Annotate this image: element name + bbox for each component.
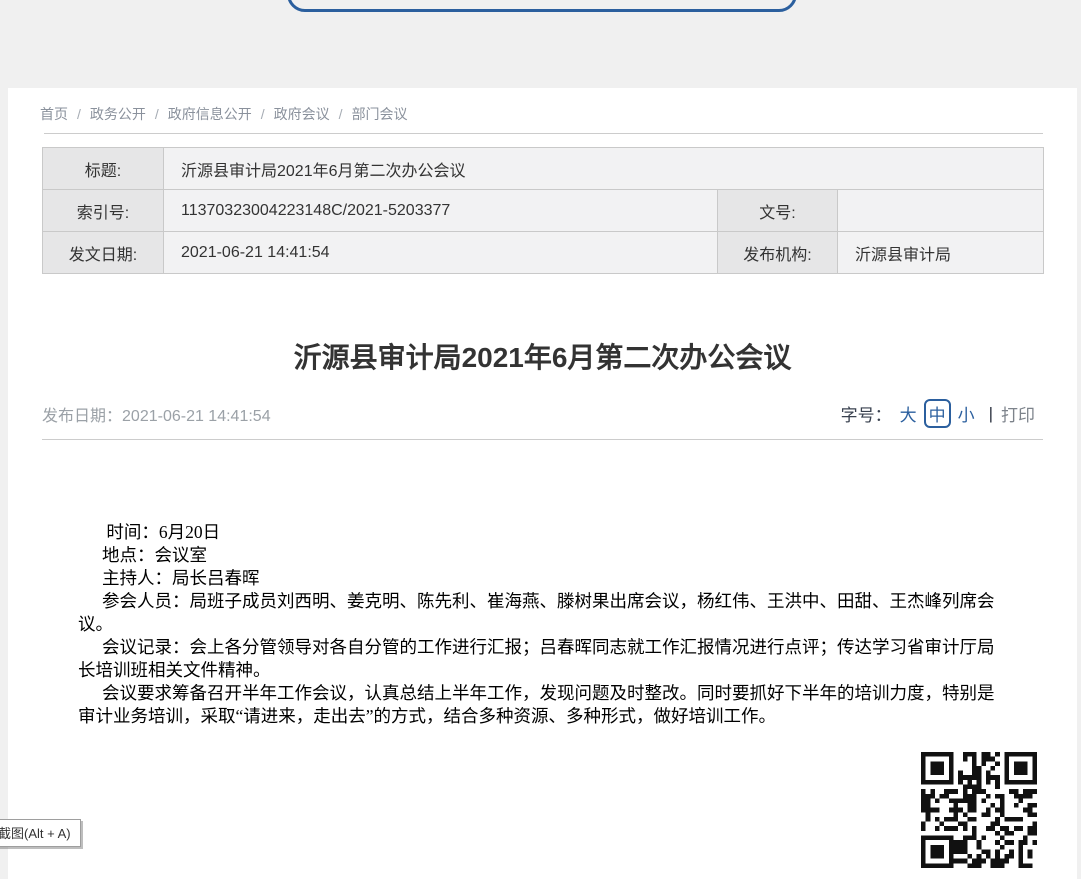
meta-table: 标题: 沂源县审计局2021年6月第二次办公会议 索引号: 1137032300… <box>42 147 1044 274</box>
meta-row-index: 索引号: 11370323004223148C/2021-5203377 文号: <box>43 190 1044 232</box>
article-paragraph: 时间：6月20日 <box>78 521 1010 544</box>
font-size-label: 字号： <box>841 401 892 426</box>
qr-code-image <box>921 752 1037 868</box>
meta-row-date: 发文日期: 2021-06-21 14:41:54 发布机构: 沂源县审计局 <box>43 232 1044 274</box>
print-button[interactable]: 打印 <box>1001 401 1035 426</box>
article-content: 时间：6月20日地点：会议室主持人：局长吕春晖参会人员：局班子成员刘西明、姜克明… <box>78 521 1010 728</box>
page-root: 首页 / 政务公开 / 政府信息公开 / 政府会议 / 部门会议 标题: 沂源县审计局2021年… <box>0 0 1081 879</box>
article-paragraph: 参会人员：局班子成员刘西明、姜克明、陈先利、崔海燕、滕树果出席会议，杨红伟、王洪… <box>78 590 1010 636</box>
meta-label-issue-date: 发文日期: <box>43 232 164 274</box>
article-paragraph: 主持人：局长吕春晖 <box>78 567 1010 590</box>
font-size-medium-button[interactable]: 中 <box>924 399 951 428</box>
article-toolbar: 字号： 大 中 小 | 打印 <box>841 399 1035 428</box>
article-paragraph: 会议要求筹备召开半年工作会议，认真总结上半年工作，发现问题及时整改。同时要抓好下… <box>78 682 1010 728</box>
breadcrumb-separator: / <box>261 106 265 122</box>
breadcrumb-item: 部门会议 <box>352 106 408 122</box>
breadcrumb-separator: / <box>155 106 159 122</box>
breadcrumb-item[interactable]: 首页 <box>40 106 68 122</box>
publish-date-value: 2021-06-21 14:41:54 <box>122 408 271 425</box>
search-box-partial[interactable] <box>287 0 797 12</box>
screenshot-tooltip: 截图(Alt + A) <box>0 819 81 847</box>
font-size-small-button[interactable]: 小 <box>958 401 975 426</box>
meta-label-title: 标题: <box>43 148 164 190</box>
article-paragraph: 地点：会议室 <box>78 544 1010 567</box>
meta-value-doc-number <box>838 190 1044 232</box>
breadcrumb-item[interactable]: 政府信息公开 <box>168 106 252 122</box>
breadcrumb-divider <box>44 133 1043 134</box>
meta-label-publisher: 发布机构: <box>718 232 838 274</box>
meta-label-doc-number: 文号: <box>718 190 838 232</box>
font-size-large-button[interactable]: 大 <box>900 401 917 426</box>
meta-label-index-number: 索引号: <box>43 190 164 232</box>
meta-value-title: 沂源县审计局2021年6月第二次办公会议 <box>164 148 1044 190</box>
article-title: 沂源县审计局2021年6月第二次办公会议 <box>42 336 1043 376</box>
breadcrumb: 首页 / 政务公开 / 政府信息公开 / 政府会议 / 部门会议 <box>40 104 408 124</box>
publish-date: 发布日期：2021-06-21 14:41:54 <box>42 402 271 426</box>
meta-value-index-number: 11370323004223148C/2021-5203377 <box>164 190 718 232</box>
publish-date-label: 发布日期： <box>42 408 122 425</box>
article-paragraph: 会议记录：会上各分管领导对各自分管的工作进行汇报；吕春晖同志就工作汇报情况进行点… <box>78 636 1010 682</box>
meta-value-publisher: 沂源县审计局 <box>838 232 1044 274</box>
toolbar-divider <box>42 439 1043 440</box>
breadcrumb-separator: / <box>77 106 81 122</box>
meta-value-issue-date: 2021-06-21 14:41:54 <box>164 232 718 274</box>
toolbar-separator: | <box>989 404 993 424</box>
meta-row-title: 标题: 沂源县审计局2021年6月第二次办公会议 <box>43 148 1044 190</box>
breadcrumb-item[interactable]: 政府会议 <box>274 106 330 122</box>
breadcrumb-item[interactable]: 政务公开 <box>90 106 146 122</box>
breadcrumb-separator: / <box>339 106 343 122</box>
